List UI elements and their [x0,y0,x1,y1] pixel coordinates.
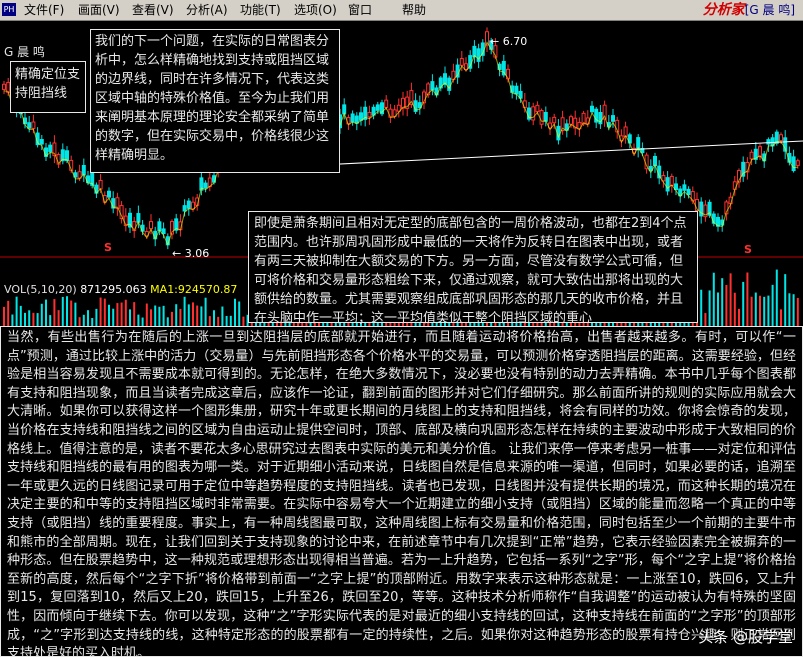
candle-body [535,104,540,113]
menu-view[interactable]: 查看(V) [132,2,174,18]
article-body: 当然，有些出售行为在随后的上涨一旦到达阻挡层的底部就开始进行，而且随着运动将价格… [7,330,796,657]
high-price-label: ← 6.70 [490,35,528,48]
candle-body [543,111,548,122]
menu-screen[interactable]: 画面(V) [78,2,120,18]
candle-body [161,228,166,235]
candle-body [665,177,670,192]
menu-help[interactable]: 帮助 [402,2,426,18]
ma-value: 924570.87 [177,283,238,296]
sell-marker: S [744,243,752,256]
candle-body [686,188,691,196]
candle-body [539,110,544,125]
low-price-value: 3.06 [184,247,210,260]
candle-body [552,116,557,124]
candle-body [182,205,187,212]
candle-body [569,116,573,125]
candle-body [779,134,783,142]
ma-label: MA1: [150,283,178,296]
candle-body [682,184,687,191]
menu-analysis[interactable]: 分析(A) [186,2,228,18]
sell-marker: S [104,241,112,254]
candle-body [464,63,468,71]
candle-body [350,113,355,123]
candle-body [669,175,674,186]
candle-body [186,200,191,209]
candle-body [791,156,796,172]
menu-file[interactable]: 文件(F) [24,2,64,18]
candle-body [31,121,36,129]
candle-body [749,151,754,160]
candle-body [611,115,615,122]
candle-body [149,221,153,230]
candle-body [48,144,53,153]
app-brand: 分析家[G 晨 鸣] [703,1,795,19]
candle-body [39,139,44,145]
menu-bar: PH 文件(F) 画面(V) 查看(V) 分析(A) 功能(T) 选项(O) 窗… [0,0,803,21]
note-top-box: 我们的下一个问题，在实际的日常图表分析中，怎么样精确地找到支持或阻挡区域的边界线… [90,29,340,173]
app-icon[interactable]: PH [2,3,16,16]
brand-title: 分析家 [702,2,745,18]
volume-title: VOL(5,10,20) [4,283,77,296]
candle-body [459,58,464,66]
candle-body [367,111,372,118]
candle-body [795,160,800,166]
high-price-value: 6.70 [502,35,528,48]
note-title-text: 精确定位支持阻挡线 [15,67,81,101]
note-top-text: 我们的下一个问题，在实际的日常图表分析中，怎么样精确地找到支持或阻挡区域的边界线… [95,34,330,163]
candle-body [514,85,519,95]
menu-window[interactable]: 窗口 [348,2,372,18]
candle-body [27,122,32,129]
candle-body [430,81,435,91]
kline-chart[interactable]: G 晨 鸣 ← 6.70 ← 3.06 S S S VOL(5,10,20) 8… [0,21,803,326]
candle-body [531,106,536,121]
candle-body [375,104,380,111]
watermark: 头条 @股学堂 [698,628,793,646]
low-price-label: ← 3.06 [172,247,210,260]
volume-value: 871295.063 [80,283,147,296]
candle-body [766,139,771,145]
candle-body [98,179,103,190]
stock-name: G 晨 鸣 [4,45,45,59]
menu-tools[interactable]: 功能(T) [240,2,281,18]
article-text-box: 当然，有些出售行为在随后的上涨一旦到达阻挡层的底部就开始进行，而且随着运动将价格… [0,326,803,657]
candle-body [157,221,162,232]
candle-body [203,182,208,189]
menu-options[interactable]: 选项(O) [294,2,337,18]
candle-body [384,99,389,108]
note-mid-text: 即使是萧条期间且相对无定型的底部包含的一周价格波动，也都在2到4个点范围内。也许… [254,216,687,326]
note-mid-box: 即使是萧条期间且相对无定型的底部包含的一周价格波动，也都在2到4个点范围内。也许… [248,211,698,326]
candle-body [107,190,111,198]
volume-indicator-label: VOL(5,10,20) 871295.063 MA1:924570.87 [4,283,237,296]
candle-body [354,115,359,124]
note-title-box: 精确定位支持阻挡线 [10,61,86,113]
candle-body [590,105,594,113]
brand-stock: [G 晨 鸣] [744,3,795,17]
candle-body [2,83,6,90]
